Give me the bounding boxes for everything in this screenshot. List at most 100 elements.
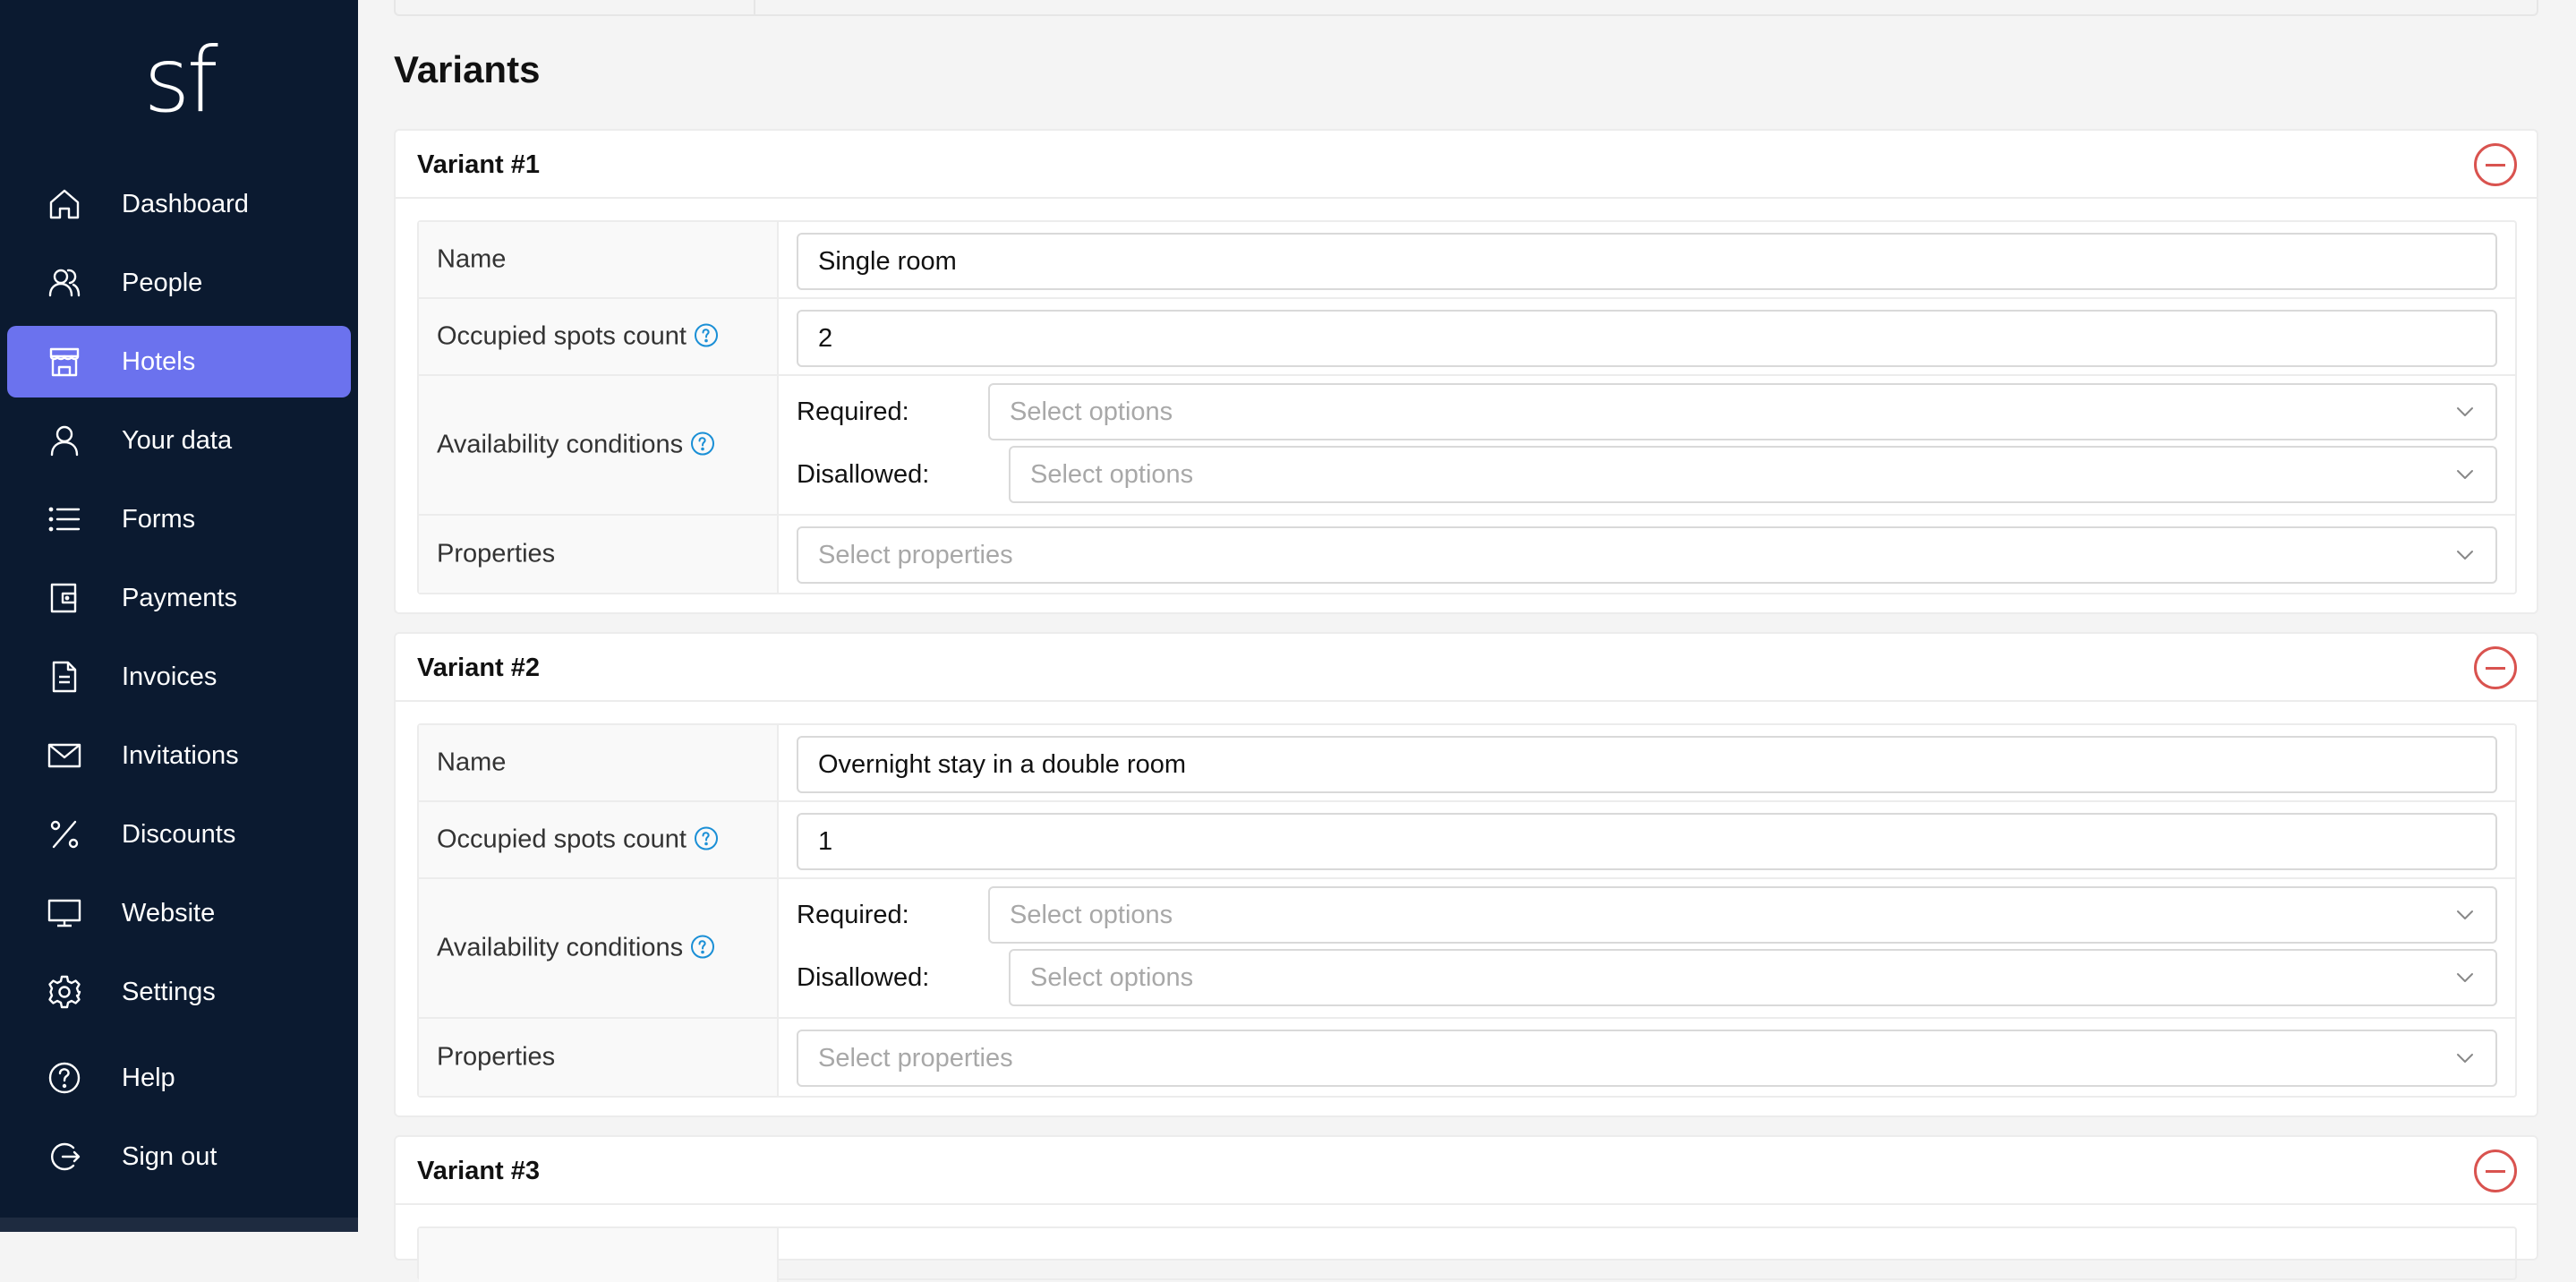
sidebar: sf Dashboard People Hotels Your data For… xyxy=(0,0,358,1232)
section-title: Variants xyxy=(394,48,541,90)
help-circle-icon xyxy=(47,1060,82,1096)
availability-label: Availability conditions xyxy=(437,430,684,459)
occupied-spots-label: Occupied spots count xyxy=(437,321,687,351)
chevron-down-icon xyxy=(2454,544,2476,566)
percent-icon xyxy=(47,816,82,852)
disallowed-select[interactable]: Select options xyxy=(1009,446,2497,503)
row-label-cell: Properties xyxy=(419,516,779,593)
chevron-down-icon xyxy=(2454,1047,2476,1069)
disallowed-label: Disallowed: xyxy=(797,460,930,489)
sidebar-item-discounts[interactable]: Discounts xyxy=(7,799,351,870)
monitor-icon xyxy=(47,895,82,931)
sidebar-item-dashboard[interactable]: Dashboard xyxy=(7,168,351,240)
select-placeholder: Select options xyxy=(1030,460,1194,489)
occupied-spots-row: Occupied spots count xyxy=(419,802,2515,879)
occupied-spots-label-wrap: Occupied spots count xyxy=(437,825,719,855)
sidebar-item-people[interactable]: People xyxy=(7,247,351,319)
row-label-cell xyxy=(419,1228,779,1282)
name-label: Name xyxy=(437,748,507,777)
name-row: Name xyxy=(419,725,2515,802)
minus-icon xyxy=(2486,1169,2505,1173)
people-icon xyxy=(47,265,82,301)
sidebar-item-label: Forms xyxy=(122,505,196,534)
variant-card: Variant #2 Name Occupied spots count Av xyxy=(394,632,2538,1117)
help-icon[interactable] xyxy=(694,323,719,348)
sidebar-item-label: Dashboard xyxy=(122,190,249,218)
main-content: Variants Variant #1 Name Occupied spots … xyxy=(358,0,2576,1282)
occupied-spots-row: Occupied spots count xyxy=(419,299,2515,376)
remove-variant-button[interactable] xyxy=(2474,143,2517,186)
sidebar-item-label: Invitations xyxy=(122,741,239,770)
sidebar-item-label: Payments xyxy=(122,584,237,612)
select-placeholder: Select options xyxy=(1010,901,1173,929)
disallowed-label: Disallowed: xyxy=(797,963,930,992)
name-input[interactable] xyxy=(797,233,2497,290)
name-input[interactable] xyxy=(797,736,2497,793)
row-label-cell: Occupied spots count xyxy=(419,299,779,374)
help-icon[interactable] xyxy=(690,432,715,457)
disallowed-select[interactable]: Select options xyxy=(1009,949,2497,1006)
occupied-spots-label-wrap: Occupied spots count xyxy=(437,322,719,352)
variant-title: Variant #3 xyxy=(417,1157,541,1185)
occupied-spots-input[interactable] xyxy=(797,310,2497,367)
properties-row: Properties Select properties xyxy=(419,516,2515,593)
sidebar-item-hotels[interactable]: Hotels xyxy=(7,326,351,397)
help-icon[interactable] xyxy=(690,935,715,960)
variant-fields-table: Name Occupied spots count Availability c… xyxy=(417,220,2517,594)
chevron-down-icon xyxy=(2454,904,2476,926)
select-placeholder: Select properties xyxy=(818,1044,1013,1073)
sidebar-item-label: Discounts xyxy=(122,820,236,849)
home-icon xyxy=(47,186,82,222)
required-select[interactable]: Select options xyxy=(988,886,2497,944)
properties-row: Properties Select properties xyxy=(419,1019,2515,1096)
variant-title: Variant #2 xyxy=(417,654,541,682)
remove-variant-button[interactable] xyxy=(2474,646,2517,689)
required-select[interactable]: Select options xyxy=(988,383,2497,440)
name-row: Name xyxy=(419,222,2515,299)
variant-header: Variant #3 xyxy=(396,1137,2537,1205)
properties-select[interactable]: Select properties xyxy=(797,1030,2497,1087)
sidebar-item-your-data[interactable]: Your data xyxy=(7,405,351,476)
sidebar-item-label: People xyxy=(122,269,203,297)
document-icon xyxy=(47,659,82,695)
sidebar-item-forms[interactable]: Forms xyxy=(7,483,351,555)
properties-select[interactable]: Select properties xyxy=(797,526,2497,584)
variant-fields-table xyxy=(417,1226,2517,1282)
envelope-icon xyxy=(47,738,82,773)
sidebar-item-payments[interactable]: Payments xyxy=(7,562,351,634)
sidebar-item-sign-out[interactable]: Sign out xyxy=(7,1121,351,1192)
variant-header: Variant #2 xyxy=(396,634,2537,702)
sidebar-item-help[interactable]: Help xyxy=(7,1042,351,1114)
minus-icon xyxy=(2486,666,2505,670)
sidebar-item-settings[interactable]: Settings xyxy=(7,956,351,1028)
sidebar-item-label: Settings xyxy=(122,978,216,1006)
occupied-spots-label: Occupied spots count xyxy=(437,825,687,854)
store-icon xyxy=(47,344,82,380)
row-label-cell: Name xyxy=(419,222,779,297)
app-logo[interactable]: sf xyxy=(0,27,358,134)
name-label: Name xyxy=(437,244,507,274)
variant-header: Variant #1 xyxy=(396,131,2537,199)
help-icon[interactable] xyxy=(694,826,719,851)
occupied-spots-input[interactable] xyxy=(797,813,2497,870)
row-label-cell: Occupied spots count xyxy=(419,802,779,877)
remove-variant-button[interactable] xyxy=(2474,1150,2517,1192)
variant-fields-table: Name Occupied spots count Availability c… xyxy=(417,723,2517,1098)
availability-label-wrap: Availability conditions xyxy=(437,934,715,963)
sidebar-item-label: Hotels xyxy=(122,347,196,376)
divider xyxy=(754,0,755,14)
select-placeholder: Select options xyxy=(1030,963,1194,992)
availability-label-wrap: Availability conditions xyxy=(437,431,715,460)
chevron-down-icon xyxy=(2454,967,2476,988)
sidebar-item-label: Invoices xyxy=(122,662,218,691)
sidebar-item-invitations[interactable]: Invitations xyxy=(7,720,351,791)
required-label: Required: xyxy=(797,397,909,426)
previous-section-table xyxy=(394,0,2538,16)
sidebar-item-website[interactable]: Website xyxy=(7,877,351,949)
properties-label: Properties xyxy=(437,1042,556,1072)
sidebar-item-label: Sign out xyxy=(122,1142,218,1171)
minus-icon xyxy=(2486,163,2505,167)
sidebar-item-label: Help xyxy=(122,1064,175,1092)
sidebar-item-invoices[interactable]: Invoices xyxy=(7,641,351,713)
required-label: Required: xyxy=(797,901,909,929)
